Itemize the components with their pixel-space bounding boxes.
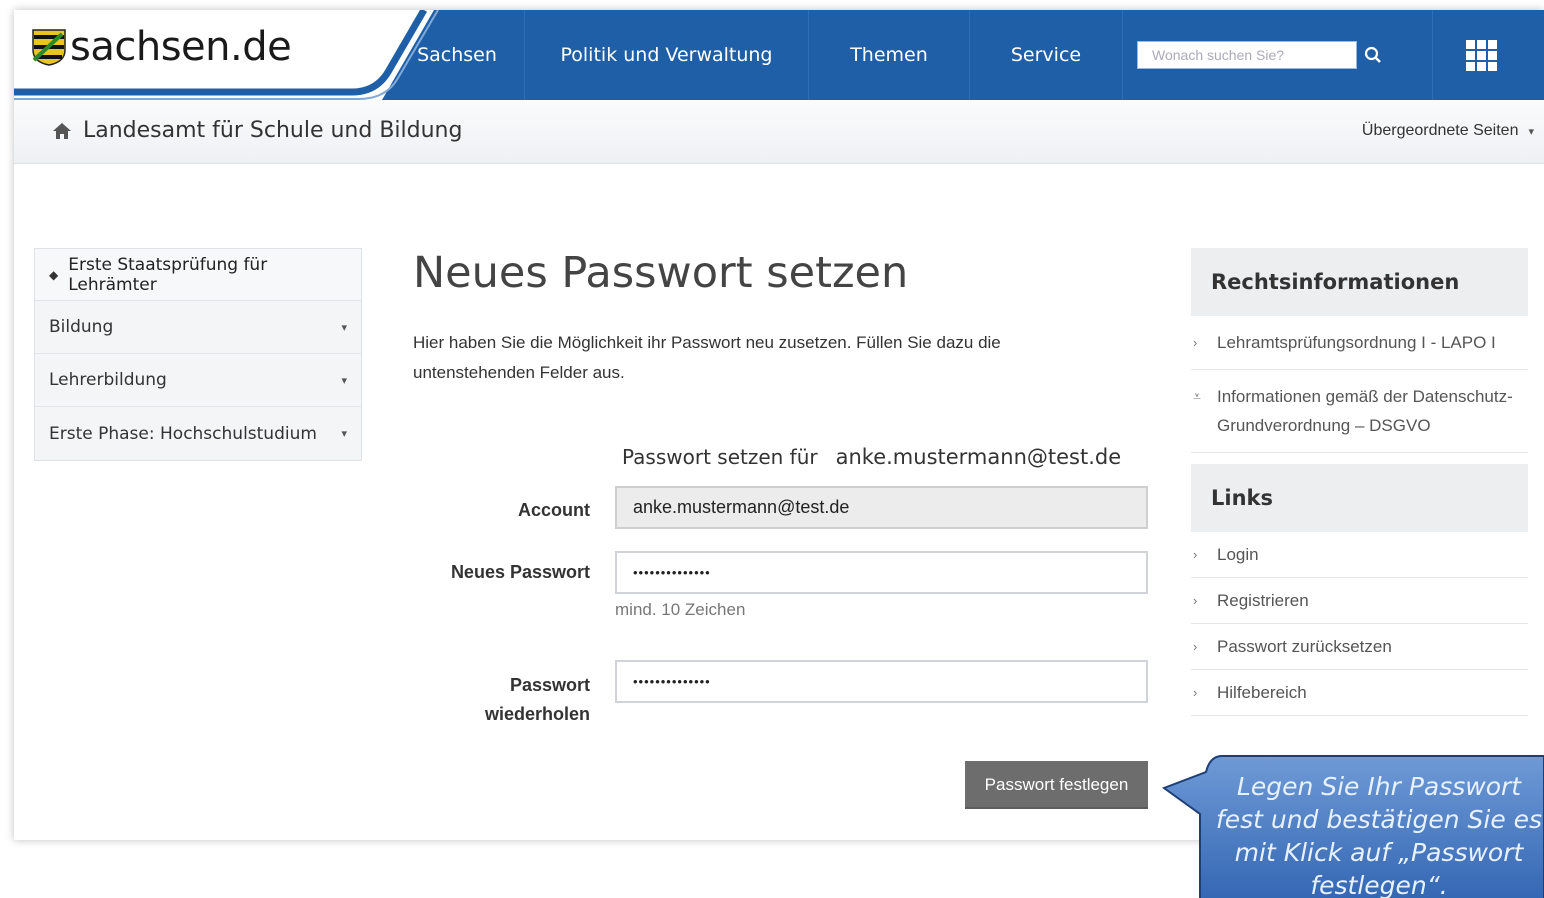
site-title-link[interactable]: Landesamt für Schule und Bildung [83, 118, 462, 143]
password-for-account: anke.mustermann@test.de [835, 445, 1122, 469]
repeat-password-label: Passwort wiederholen [444, 671, 590, 729]
link-label: Login [1217, 545, 1259, 564]
link-label: Hilfebereich [1217, 683, 1307, 702]
nav-sachsen[interactable]: Sachsen [390, 10, 525, 100]
legal-link-label: Lehramtsprüfungsordnung I - LAPO I [1217, 333, 1496, 352]
chevron-right-icon: › [1193, 685, 1198, 700]
home-icon[interactable] [52, 122, 72, 140]
diamond-icon: ◆ [49, 267, 59, 282]
left-navigation: ◆ Erste Staatsprüfung für Lehrämter Bild… [34, 248, 362, 461]
parent-pages-label: Übergeordnete Seiten [1361, 122, 1519, 139]
chevron-down-icon: ▾ [1528, 125, 1534, 138]
password-for-label: Passwort setzen für [622, 445, 818, 469]
site-header: sachsen.de Sachsen Politik und Verwaltun… [14, 10, 1544, 100]
saxony-crest-icon [32, 28, 66, 66]
legal-link-label: Informationen gemäß der Datenschutz-Grun… [1217, 387, 1513, 435]
repeat-password-label-line1: Passwort [509, 675, 590, 695]
links-box: Links › Login › Registrieren › Passwort … [1191, 464, 1528, 716]
legal-info-box: Rechtsinformationen › Lehramtsprüfungsor… [1191, 248, 1528, 453]
nav-themen[interactable]: Themen [809, 10, 970, 100]
search-icon [1364, 46, 1381, 63]
download-icon: ⩡ [1193, 388, 1201, 404]
legal-info-heading: Rechtsinformationen [1191, 248, 1528, 316]
chevron-right-icon: › [1193, 335, 1198, 350]
leftnav-item-label: Erste Phase: Hochschulstudium [49, 423, 317, 444]
intro-text: Hier haben Sie die Möglichkeit ihr Passw… [413, 333, 1001, 382]
password-hint: mind. 10 Zeichen [615, 600, 746, 619]
site-logo[interactable]: sachsen.de [32, 24, 292, 70]
account-field[interactable] [615, 486, 1148, 529]
links-heading: Links [1191, 464, 1528, 532]
chevron-right-icon: › [1193, 639, 1198, 654]
link-registrieren[interactable]: › Registrieren [1191, 578, 1528, 624]
brand-name: sachsen.de [70, 24, 292, 70]
repeat-password-label-line2: wiederholen [484, 704, 590, 724]
leftnav-current-label: Erste Staatsprüfung für Lehrämter [68, 254, 268, 295]
link-label: Passwort zurücksetzen [1217, 637, 1392, 656]
password-for-line: Passwort setzen für anke.mustermann@test… [622, 445, 1121, 469]
leftnav-item-erste-phase[interactable]: Erste Phase: Hochschulstudium ▾ [35, 407, 361, 460]
apps-menu-button[interactable] [1432, 10, 1530, 100]
search-box [1137, 41, 1357, 69]
browser-page: sachsen.de Sachsen Politik und Verwaltun… [14, 10, 1544, 840]
chevron-down-icon: ▾ [341, 320, 347, 334]
nav-service[interactable]: Service [970, 10, 1123, 100]
set-password-button[interactable]: Passwort festlegen [965, 761, 1148, 809]
chevron-down-icon: ▾ [341, 427, 347, 440]
chevron-right-icon: › [1193, 547, 1198, 562]
new-password-label: Neues Passwort [450, 562, 590, 582]
leftnav-item-lehrerbildung[interactable]: Lehrerbildung ▾ [35, 354, 361, 407]
leftnav-item-label: Lehrerbildung [49, 370, 167, 390]
link-passwort-zuruecksetzen[interactable]: › Passwort zurücksetzen [1191, 624, 1528, 670]
grid-menu-icon [1466, 39, 1497, 71]
chevron-down-icon: ▾ [341, 373, 347, 387]
search-button[interactable] [1357, 41, 1389, 69]
new-password-field[interactable] [615, 551, 1148, 594]
repeat-password-field[interactable] [615, 660, 1148, 703]
legal-link-dsgvo[interactable]: ⩡ Informationen gemäß der Datenschutz-Gr… [1191, 370, 1528, 453]
callout-text: Legen Sie Ihr Passwort fest und bestätig… [1215, 772, 1543, 898]
breadcrumb-bar: Landesamt für Schule und Bildung Übergeo… [14, 100, 1544, 164]
leftnav-current-page[interactable]: ◆ Erste Staatsprüfung für Lehrämter [35, 249, 361, 301]
link-login[interactable]: › Login [1191, 532, 1528, 578]
parent-pages-dropdown[interactable]: Übergeordnete Seiten ▾ [1362, 122, 1534, 140]
search-input[interactable] [1138, 42, 1356, 68]
link-label: Registrieren [1217, 591, 1309, 610]
account-label: Account [518, 500, 590, 520]
chevron-right-icon: › [1193, 593, 1198, 608]
legal-link-lapo[interactable]: › Lehramtsprüfungsordnung I - LAPO I [1191, 316, 1528, 370]
link-hilfebereich[interactable]: › Hilfebereich [1191, 670, 1528, 716]
leftnav-item-label: Bildung [49, 317, 114, 337]
nav-politik-und-verwaltung[interactable]: Politik und Verwaltung [525, 10, 809, 100]
leftnav-item-bildung[interactable]: Bildung ▾ [35, 301, 361, 354]
page-title: Neues Passwort setzen [413, 248, 909, 298]
